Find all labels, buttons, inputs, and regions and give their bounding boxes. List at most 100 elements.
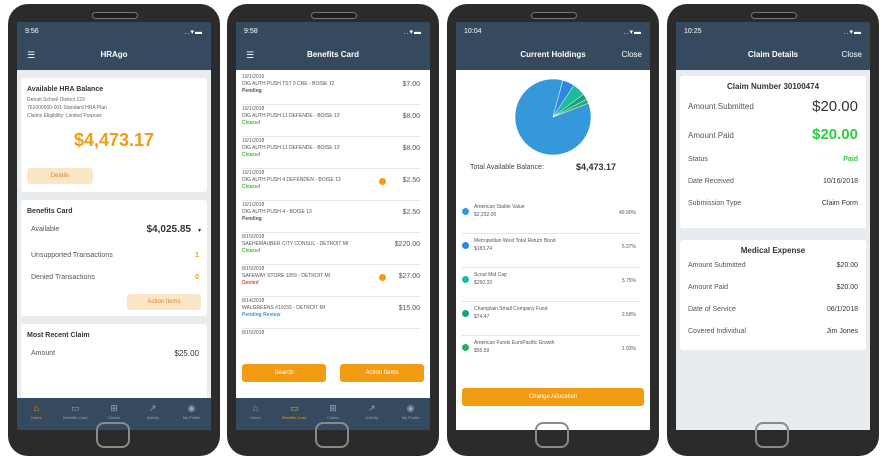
close-button[interactable]: Close — [842, 50, 862, 59]
transaction-row[interactable]: 10/1/2016 DIG AUTH PUSH TST 9 CRE - BOISE… — [242, 74, 420, 105]
profile-icon: ◉ — [406, 403, 415, 413]
action-items-button[interactable]: Action Items — [127, 294, 201, 310]
transaction-description: SAFEWAY STORE 1059 - DETROIT MI — [242, 273, 331, 279]
unsupported-label[interactable]: Unsupported Transactions — [31, 252, 113, 259]
profile-icon: ◉ — [187, 403, 196, 413]
nav-bar: 10:25 ..▾▬ Claim Details Close — [676, 22, 870, 70]
holding-row[interactable]: Scout Mid Cap $250.33 5.75% — [462, 270, 640, 302]
holding-row[interactable]: American Stable Value $2,232.00 49.90% — [462, 202, 640, 234]
hra-line1: Detroit School District 123 — [27, 97, 85, 103]
home-button[interactable] — [315, 422, 349, 448]
transaction-date: 10/1/2018 — [242, 202, 265, 208]
status-time: 9:56 — [25, 28, 39, 35]
divider — [462, 301, 640, 302]
change-allocation-button[interactable]: Change Allocation — [462, 388, 644, 406]
claim-summary-card: Claim Number 30100474 Amount Submitted $… — [680, 76, 866, 228]
home-screen: 9:56 ..▾▬ ☰ HRAgo Available HRA Balance … — [17, 22, 211, 430]
tab-home[interactable]: ⌂ Home — [236, 398, 275, 430]
transaction-row[interactable]: 8/15/2018 SAEHEMAUBER CITY CONSUL - DETRO… — [242, 234, 420, 265]
close-button[interactable]: Close — [622, 50, 642, 59]
home-button[interactable] — [535, 422, 569, 448]
holding-row[interactable]: Champlain Small Company Fund $74.47 2.59% — [462, 304, 640, 336]
transaction-status: Pending Review — [242, 312, 281, 318]
recent-claim-card: Most Recent Claim Amount $25.00 — [21, 324, 207, 404]
action-items-button[interactable]: Action Items — [340, 364, 424, 382]
tab-home[interactable]: ⌂ Home — [17, 398, 56, 430]
home-button[interactable] — [755, 422, 789, 448]
speaker — [311, 12, 357, 19]
claim-number-label: Claim Number — [726, 82, 782, 91]
transaction-description: DIG AUTH PUSH 11 DEFENDE - BOISE 13 — [242, 113, 340, 119]
tab-activity[interactable]: ↗ Activity — [133, 398, 172, 430]
alert-icon[interactable] — [379, 274, 386, 281]
holding-percent: 5.75% — [621, 278, 636, 284]
transaction-date: 8/15/2018 — [242, 266, 265, 272]
transaction-row[interactable]: 10/1/2018 DIG AUTH PUSH 11 DEFENDE - BOIS… — [242, 106, 420, 137]
holding-name: Metropolitan West Total Return Bond — [474, 238, 556, 244]
transaction-row[interactable]: 8/15/2018 — [242, 330, 420, 337]
search-button[interactable]: Search — [242, 364, 326, 382]
holding-value: $74.47 — [474, 314, 490, 320]
amount-label: Amount — [31, 350, 56, 357]
holding-percent: 2.59% — [621, 312, 636, 318]
transaction-status: Cleared — [242, 120, 261, 126]
details-button[interactable]: Details — [27, 168, 93, 184]
tab-my-profile[interactable]: ◉ My Profile — [391, 398, 430, 430]
benefits-card-summary: Benefits Card Available $4,025.85 ▾ Unsu… — [21, 200, 207, 316]
hra-balance-value: $4,473.17 — [73, 130, 155, 150]
holding-row[interactable]: Metropolitan West Total Return Bond $183.… — [462, 236, 640, 268]
transaction-description: WALGREENS #10155 - DETROIT MI — [242, 305, 326, 311]
divider — [242, 264, 420, 265]
benefits-heading: Benefits Card — [27, 208, 73, 215]
tab-activity[interactable]: ↗ Activity — [352, 398, 391, 430]
holding-percent: 49.90% — [619, 210, 636, 216]
medical-expense-card: Medical Expense Amount Submitted $20.00 … — [680, 240, 866, 350]
divider — [242, 136, 420, 137]
divider — [462, 233, 640, 234]
holding-row[interactable]: American Funds EuroPacific Growth $55.59 1… — [462, 338, 640, 364]
tab-my-profile[interactable]: ◉ My Profile — [172, 398, 211, 430]
holding-color-dot — [462, 344, 469, 351]
alert-icon[interactable] — [379, 178, 386, 185]
unsupported-count: 1 — [195, 252, 199, 259]
submission-type-value: Claim Form — [821, 200, 858, 207]
nav-bar: 10:04 ..▾▬ Current Holdings Close — [456, 22, 650, 70]
holding-value: $2,232.00 — [474, 212, 497, 218]
holding-color-dot — [462, 242, 469, 249]
transaction-description: DIG AUTH PUSH 4 DEFENDEN - BOISE 13 — [242, 177, 341, 183]
card-icon: ▭ — [289, 403, 299, 413]
denied-label[interactable]: Denied Transactions — [31, 274, 95, 281]
transaction-status: Pending — [242, 88, 262, 94]
transaction-row[interactable]: 10/1/2018 DIG AUTH PUSH 4 - BOISE 13 Pendi… — [242, 202, 420, 233]
speaker — [531, 12, 577, 19]
home-button[interactable] — [96, 422, 130, 448]
phone-benefits-card: 9:58 ..▾▬ ☰ Benefits Card 10/1/2016 DIG A… — [227, 4, 439, 456]
transaction-amount: $2.50 — [402, 209, 420, 216]
status-icons: ..▾▬ — [843, 29, 862, 36]
transaction-status: Pending — [242, 216, 262, 222]
transaction-date: 8/15/2018 — [242, 234, 265, 240]
transaction-status: Cleared — [242, 184, 261, 190]
transaction-date: 8/14/2018 — [242, 298, 265, 304]
hra-heading: Available HRA Balance — [27, 86, 104, 93]
status-icons: ..▾▬ — [403, 29, 422, 36]
claim-screen: 10:25 ..▾▬ Claim Details Close Claim Num… — [676, 22, 870, 430]
transaction-description: DIG AUTH PUSH 4 - BOISE 13 — [242, 209, 312, 215]
transaction-row[interactable]: 10/1/2018 DIG AUTH PUSH 11 DEFENDE - BOIS… — [242, 138, 420, 169]
phone-holdings: 10:04 ..▾▬ Current Holdings Close Total … — [447, 4, 659, 456]
paid-label: Amount Paid — [688, 131, 734, 140]
medical-submitted-value: $20.00 — [836, 262, 858, 269]
transaction-row[interactable]: 8/15/2018 SAFEWAY STORE 1059 - DETROIT MI… — [242, 266, 420, 297]
transaction-row[interactable]: 8/14/2018 WALGREENS #10155 - DETROIT MI Pe… — [242, 298, 420, 329]
holding-name: Champlain Small Company Fund — [474, 306, 548, 312]
transaction-row[interactable]: 10/1/2018 DIG AUTH PUSH 4 DEFENDEN - BOIS… — [242, 170, 420, 201]
divider — [462, 267, 640, 268]
tab-benefits-card[interactable]: ▭ Benefits Card — [275, 398, 314, 430]
tab-benefits-card[interactable]: ▭ Benefits Card — [56, 398, 95, 430]
medical-paid-label: Amount Paid — [688, 284, 729, 291]
transaction-amount: $220.00 — [394, 241, 420, 248]
paid-value: $20.00 — [812, 126, 858, 143]
holding-color-dot — [462, 208, 469, 215]
received-value: 10/16/2018 — [822, 178, 858, 185]
chevron-down-icon[interactable]: ▾ — [198, 227, 201, 234]
